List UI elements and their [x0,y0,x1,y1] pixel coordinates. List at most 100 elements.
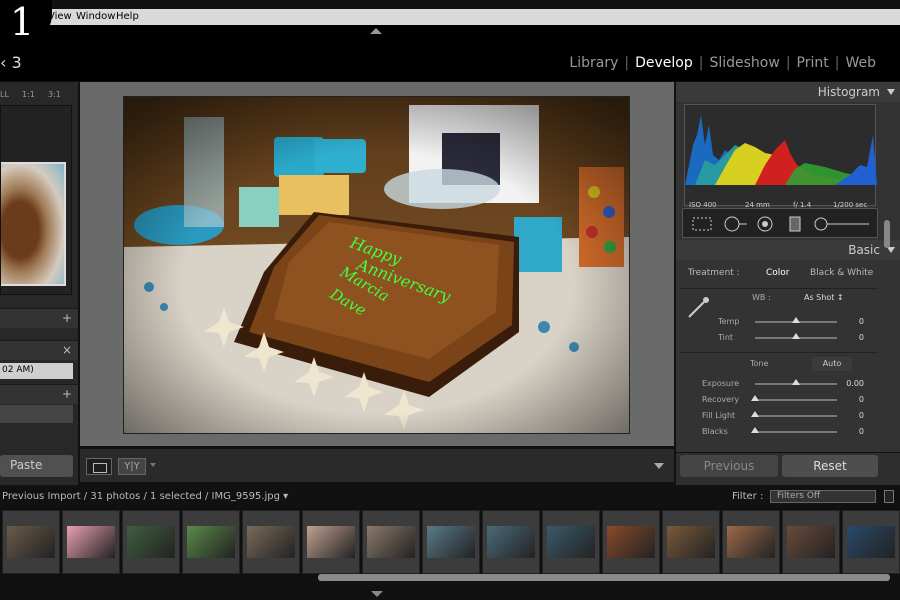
navigator-preview[interactable] [0,105,72,295]
basic-header[interactable]: Basic [676,240,900,260]
slider-knob[interactable] [792,317,800,323]
slider-knob[interactable] [751,411,759,417]
compare-dropdown-icon[interactable] [150,463,156,467]
module-slideshow[interactable]: Slideshow [709,55,779,71]
slider-value[interactable]: 0 [859,333,864,342]
slider-label: Tint [718,333,734,342]
slider-value[interactable]: 0.00 [846,379,864,388]
toolbar-menu-icon[interactable] [654,463,664,469]
filter-lock-icon[interactable] [884,490,894,503]
tone-section: Tone Auto Exposure 0.00 Recovery 0 Fill Ligh… [680,352,878,440]
collapse-top-panel-icon[interactable] [370,28,382,34]
treatment-label: Treatment : [688,268,740,278]
slider-knob[interactable] [792,333,800,339]
filmstrip-thumbnail[interactable] [62,510,120,574]
histogram-header[interactable]: Histogram [676,82,900,102]
module-develop[interactable]: Develop [635,55,693,71]
module-library[interactable]: Library [569,55,618,71]
thumbnail-image [67,526,115,558]
filmstrip-thumbnail[interactable] [2,510,60,574]
wb-eyedropper-icon[interactable] [686,295,712,319]
module-web[interactable]: Web [845,55,876,71]
previous-button[interactable]: Previous [680,455,778,477]
slider-track[interactable] [755,379,837,385]
module-print[interactable]: Print [797,55,829,71]
filmstrip-thumbnail[interactable] [482,510,540,574]
module-picker: Library | Develop | Slideshow | Print | Web [569,55,876,71]
filmstrip-header: Previous Import / 31 photos / 1 selected… [0,488,900,506]
tool-strip [682,208,878,238]
loupe-view-icon[interactable] [86,458,112,475]
slider-knob[interactable] [751,427,759,433]
paste-button[interactable]: Paste [0,455,73,477]
filmstrip-scrollbar[interactable] [318,574,890,581]
filmstrip-source-path[interactable]: Previous Import / 31 photos / 1 selected… [2,491,288,502]
filmstrip-thumbnail[interactable] [602,510,660,574]
filmstrip-thumbnail[interactable] [542,510,600,574]
snapshots-header[interactable]: + [0,384,78,404]
slider-track[interactable] [751,411,837,417]
navigator-zoom-row: LL 1:1 3:1 [0,86,78,102]
slider-knob[interactable] [792,379,800,385]
cake-photo-image: Happy Anniversary Marcia Dave [124,97,629,433]
slider-track[interactable] [751,427,837,433]
adjustment-brush-icon[interactable] [813,216,871,232]
presets-row[interactable]: + [0,308,78,328]
thumbnail-image [7,526,55,558]
snapshot-field[interactable] [0,405,73,423]
wb-select[interactable]: As Shot ↕ [804,293,844,302]
module-separator: | [698,55,704,71]
slider-value[interactable]: 0 [859,411,864,420]
toolbar: Y|Y [80,448,674,482]
filmstrip-thumbnail[interactable] [122,510,180,574]
history-item[interactable]: 02 AM) [0,363,73,379]
treatment-color-option[interactable]: Color [766,268,790,278]
slider-track[interactable] [755,317,837,323]
filmstrip-thumbnail[interactable] [182,510,240,574]
filmstrip-thumbnail[interactable] [722,510,780,574]
slider-knob[interactable] [751,395,759,401]
slider-value[interactable]: 0 [859,427,864,436]
red-eye-icon[interactable] [755,216,775,232]
compare-view-button[interactable]: Y|Y [118,458,146,475]
filmstrip-thumbnail[interactable] [842,510,900,574]
slider-label: Recovery [702,395,740,404]
filmstrip-thumbnail[interactable] [782,510,840,574]
menu-help[interactable]: Help [116,11,139,22]
add-snapshot-icon[interactable]: + [62,387,72,401]
collapse-histogram-icon[interactable] [887,89,895,95]
add-icon[interactable]: + [62,311,72,325]
zoom-fill[interactable]: LL [0,90,9,99]
auto-tone-button[interactable]: Auto [812,357,852,371]
filter-select[interactable]: Filters Off [770,490,876,503]
filmstrip-thumbnail[interactable] [362,510,420,574]
main-photo[interactable]: Happy Anniversary Marcia Dave [123,96,630,434]
spot-removal-icon[interactable] [723,216,749,232]
thumbnail-image [787,526,835,558]
history-header[interactable]: × [0,340,78,360]
slider-value[interactable]: 0 [859,395,864,404]
thumbnail-image [247,526,295,558]
slider-track[interactable] [751,395,837,401]
close-icon[interactable]: × [62,343,72,357]
lightroom-window: 1 View Window Help ‹ 3 Library | Develop | S… [0,0,900,600]
reset-button[interactable]: Reset [782,455,878,477]
filmstrip-thumbnail[interactable] [662,510,720,574]
filmstrip-thumbnail[interactable] [422,510,480,574]
filmstrip [0,508,900,578]
zoom-1-1[interactable]: 1:1 [22,90,35,99]
slider-track[interactable] [755,333,837,339]
filmstrip-thumbnail[interactable] [242,510,300,574]
collapse-filmstrip-icon[interactable] [371,591,383,597]
collapse-basic-icon[interactable] [887,247,895,253]
menu-window[interactable]: Window [76,11,115,22]
graduated-filter-icon[interactable] [787,216,803,232]
panel-scrollbar[interactable] [884,220,890,248]
thumbnail-image [847,526,895,558]
filmstrip-thumbnail[interactable] [302,510,360,574]
crop-icon[interactable] [691,216,713,232]
slider-value[interactable]: 0 [859,317,864,326]
zoom-3-1[interactable]: 3:1 [48,90,61,99]
treatment-bw-option[interactable]: Black & White [810,268,873,278]
slider-label: Exposure [702,379,740,388]
